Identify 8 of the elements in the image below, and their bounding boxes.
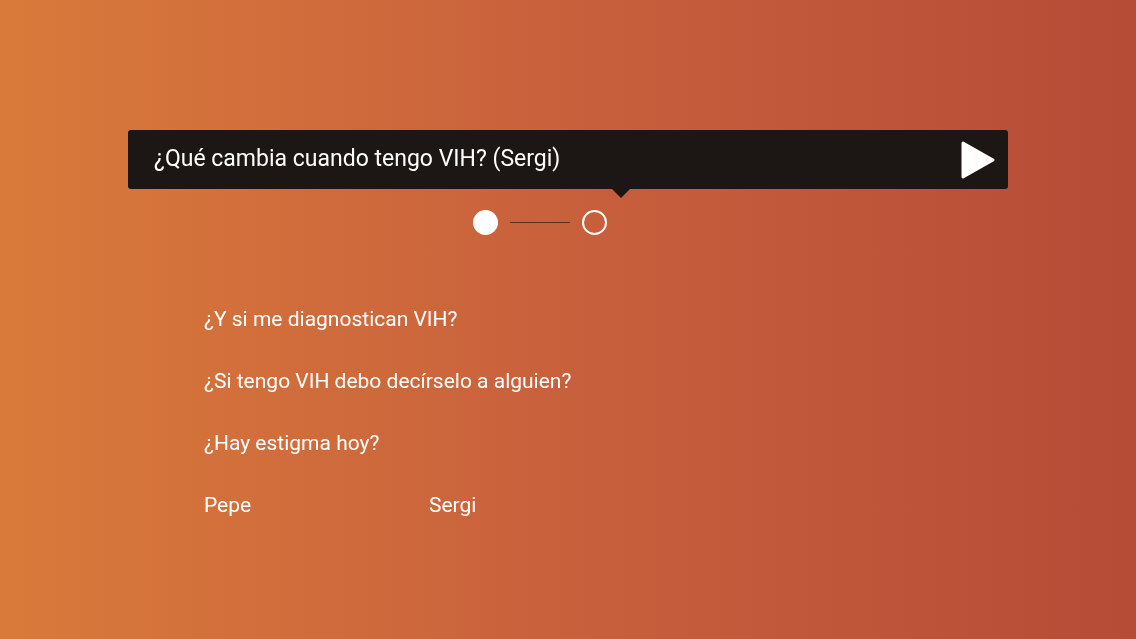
person-link[interactable]: Sergi [429,491,654,519]
question-link[interactable]: ¿Si tengo VIH debo decírselo a alguien? [204,367,1136,395]
play-icon [961,140,995,179]
question-link[interactable]: ¿Hay estigma hoy? [204,429,1136,457]
question-link[interactable]: ¿Y si me diagnostican VIH? [204,305,1136,333]
video-title: ¿Qué cambia cuando tengo VIH? (Sergi) [154,144,561,175]
play-button[interactable] [960,139,996,180]
person-link[interactable]: Pepe [204,491,429,519]
